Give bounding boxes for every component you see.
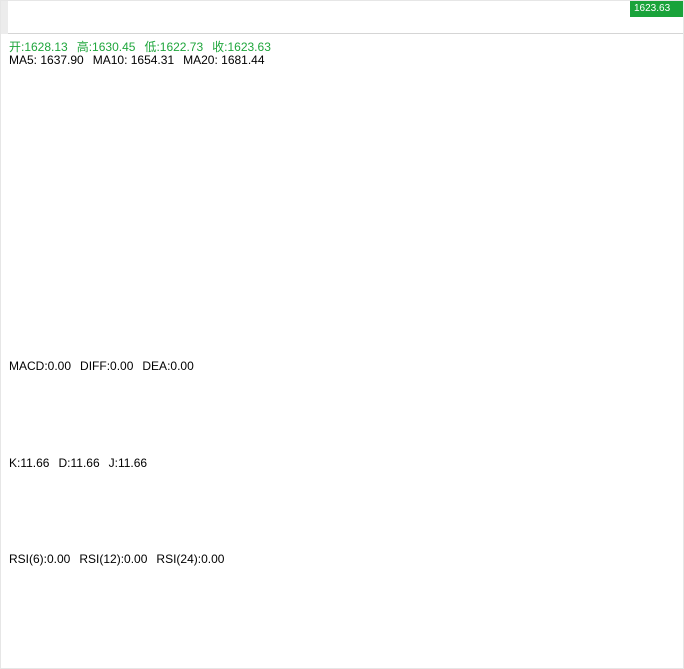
j-value: J:11.66: [108, 456, 148, 470]
ma10-value: MA10: 1654.31: [92, 53, 175, 67]
rsi-legend: RSI(6):0.00 RSI(12):0.00 RSI(24):0.00: [9, 552, 233, 566]
stock-chart-widget: 开:1628.13 高:1630.45 低:1622.73 收:1623.63 MA5…: [0, 0, 684, 669]
k-value: K:11.66: [9, 456, 50, 470]
open-value: 开:1628.13: [9, 40, 68, 54]
period-tabbar: [1, 1, 683, 34]
high-value: 高:1630.45: [76, 40, 136, 54]
low-value: 低:1622.73: [144, 40, 204, 54]
rsi12-value: RSI(12):0.00: [79, 552, 148, 566]
macd-value: MACD:0.00: [9, 359, 72, 373]
macd-legend: MACD:0.00 DIFF:0.00 DEA:0.00: [9, 359, 203, 373]
dea-value: DEA:0.00: [142, 359, 194, 373]
current-price-flag: 1623.63: [630, 1, 683, 17]
close-value: 收:1623.63: [212, 40, 271, 54]
rsi6-value: RSI(6):0.00: [9, 552, 71, 566]
diff-value: DIFF:0.00: [80, 359, 134, 373]
d-value: D:11.66: [58, 456, 100, 470]
kdj-legend: K:11.66 D:11.66 J:11.66: [9, 456, 156, 470]
ma5-value: MA5: 1637.90: [9, 53, 84, 67]
rsi24-value: RSI(24):0.00: [156, 552, 225, 566]
tabbar-left-strip: [1, 1, 8, 34]
ma-legend: MA5: 1637.90 MA10: 1654.31 MA20: 1681.44: [9, 53, 274, 67]
ma20-value: MA20: 1681.44: [183, 53, 265, 67]
